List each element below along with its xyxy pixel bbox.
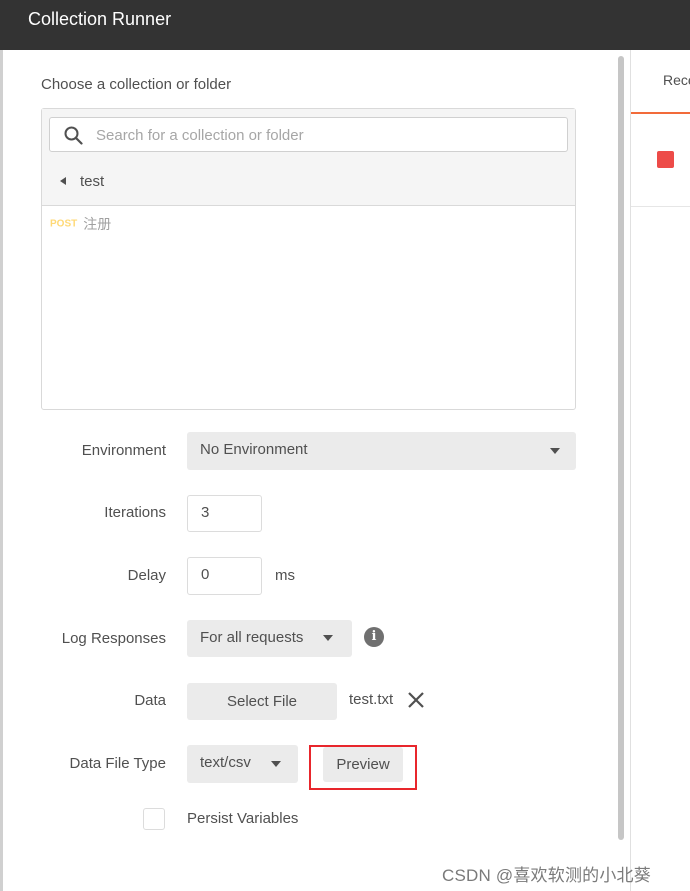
iterations-label: Iterations — [104, 504, 166, 521]
choose-collection-label: Choose a collection or folder — [41, 76, 232, 93]
persist-variables-label: Persist Variables — [187, 810, 299, 827]
environment-value: No Environment — [200, 441, 308, 458]
log-responses-value: For all requests — [200, 629, 304, 646]
data-file-type-label: Data File Type — [69, 755, 166, 772]
delay-unit: ms — [275, 567, 295, 584]
scrollbar-thumb[interactable] — [618, 56, 624, 840]
data-label: Data — [134, 692, 166, 709]
log-responses-label: Log Responses — [61, 630, 166, 647]
watermark: CSDN @喜欢软测的小北葵 — [442, 866, 651, 885]
request-name: 注册 — [83, 216, 112, 232]
title-bar: Collection Runner — [0, 0, 690, 50]
tab-active-indicator — [631, 112, 690, 114]
tab-recent[interactable]: Rece — [663, 72, 690, 88]
collection-picker: test POST 注册 — [41, 108, 576, 410]
data-file-name: test.txt — [349, 691, 394, 708]
back-arrow-icon — [60, 177, 66, 185]
environment-label: Environment — [81, 442, 166, 459]
collection-picker-header: test — [42, 109, 575, 206]
delay-input[interactable]: 0 — [187, 557, 262, 595]
divider — [631, 206, 690, 207]
data-file-type-value: text/csv — [200, 754, 251, 771]
chevron-down-icon — [271, 761, 281, 767]
data-file-type-dropdown[interactable]: text/csv — [187, 745, 298, 783]
run-status-indicator — [657, 151, 674, 168]
chevron-down-icon — [323, 635, 333, 641]
window-title: Collection Runner — [28, 9, 172, 29]
info-icon[interactable]: i — [364, 627, 384, 647]
highlight-annotation — [309, 745, 417, 790]
environment-dropdown[interactable]: No Environment — [187, 432, 576, 470]
persist-variables-checkbox[interactable] — [143, 808, 165, 830]
delay-label: Delay — [127, 567, 166, 584]
collection-search[interactable] — [49, 117, 568, 152]
request-method-badge: POST — [50, 218, 78, 230]
right-pane: Rece — [630, 50, 690, 891]
search-icon — [64, 126, 83, 145]
select-file-button[interactable]: Select File — [187, 683, 337, 720]
collection-search-input[interactable] — [94, 123, 558, 147]
current-folder-name: test — [80, 173, 105, 190]
log-responses-dropdown[interactable]: For all requests — [187, 620, 352, 657]
iterations-input[interactable]: 3 — [187, 495, 262, 532]
close-icon[interactable] — [407, 691, 425, 709]
chevron-down-icon — [550, 448, 560, 454]
request-item[interactable]: POST 注册 — [50, 214, 111, 234]
